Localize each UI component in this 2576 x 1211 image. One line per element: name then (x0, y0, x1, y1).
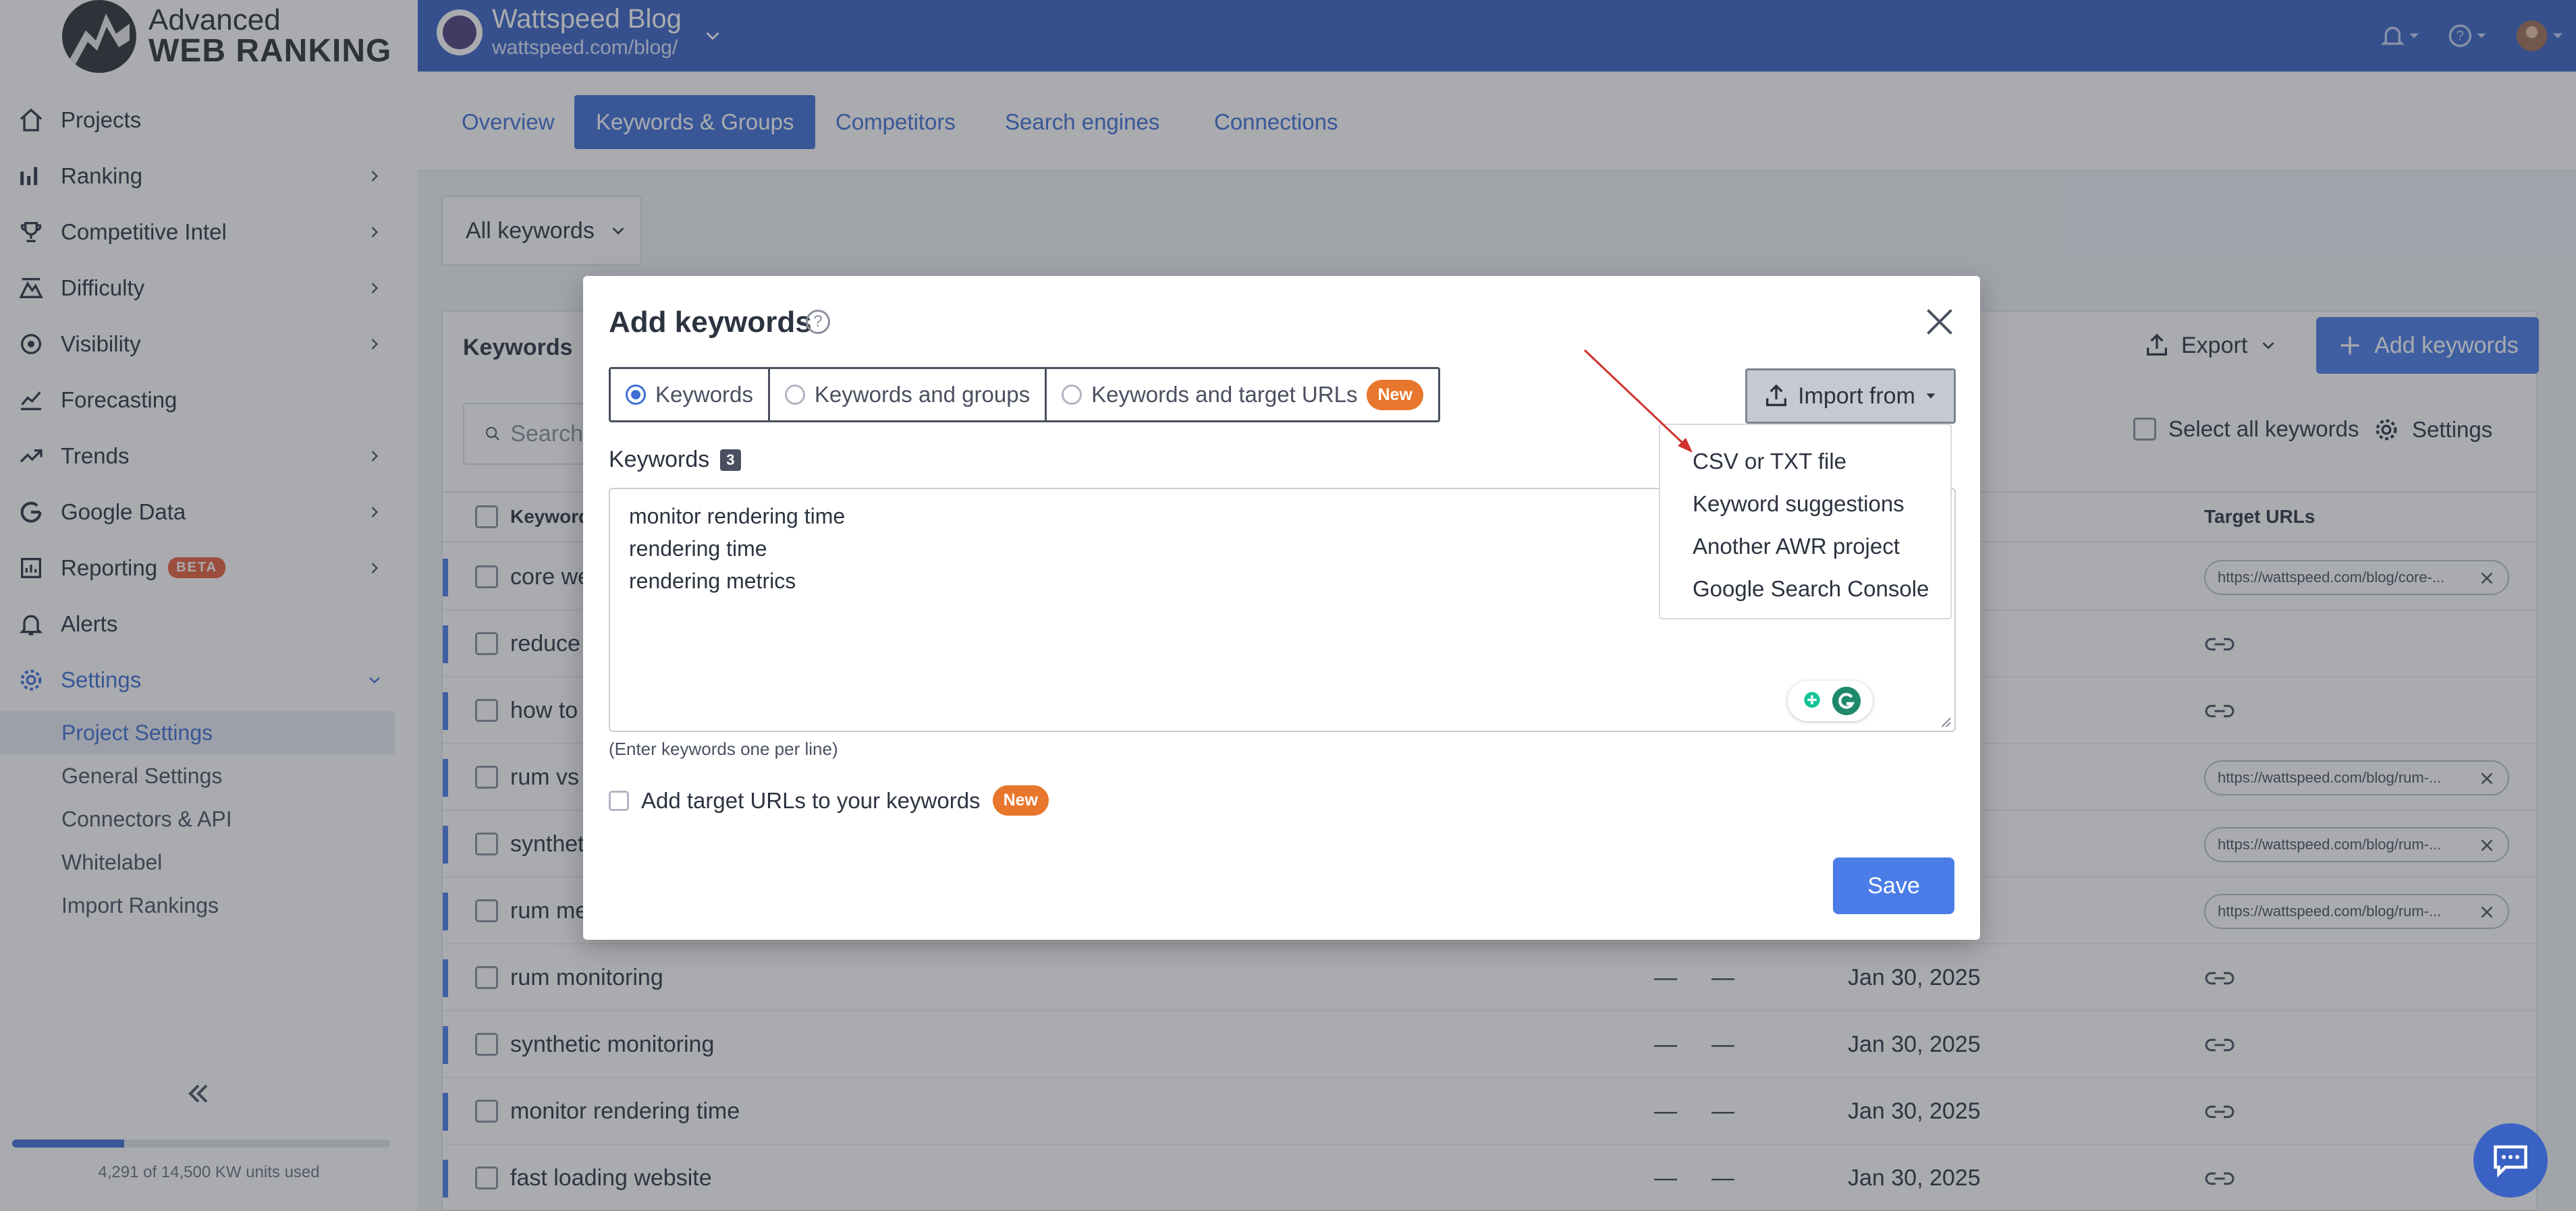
mode-keywords-target-urls[interactable]: Keywords and target URLs New (1047, 369, 1438, 420)
caret-down-icon (1926, 393, 1936, 399)
grammarly-lightbulb-icon (1804, 692, 1820, 708)
mode-keywords-groups-label: Keywords and groups (814, 382, 1031, 407)
keywords-count-badge: 3 (720, 449, 741, 471)
save-button[interactable]: Save (1833, 857, 1954, 914)
import-google-search-console[interactable]: Google Search Console (1660, 567, 1950, 610)
grammarly-icon (1832, 686, 1861, 716)
new-badge: New (992, 785, 1049, 816)
mode-keywords[interactable]: Keywords (611, 369, 770, 420)
grammarly-widget[interactable] (1788, 681, 1873, 721)
keyword-mode-selector: Keywords Keywords and groups Keywords an… (609, 367, 1440, 422)
keywords-hint: (Enter keywords one per line) (609, 739, 838, 759)
resize-handle-icon[interactable] (1937, 713, 1952, 728)
close-icon[interactable] (1919, 302, 1960, 342)
upload-icon (1766, 384, 1787, 406)
add-target-urls-option[interactable]: Add target URLs to your keywords New (609, 785, 1049, 816)
import-from-label: Import from (1798, 383, 1915, 409)
modal-title: Add keywords (609, 306, 812, 339)
import-from-button[interactable]: Import from (1745, 368, 1956, 424)
keywords-label-text: Keywords (609, 447, 710, 472)
mode-keywords-target-urls-label: Keywords and target URLs (1091, 382, 1358, 407)
annotation-arrow (1583, 349, 1693, 453)
keywords-field-label: Keywords 3 (609, 447, 741, 473)
radio-keywords[interactable] (626, 385, 646, 405)
radio-keywords-target-urls[interactable] (1062, 385, 1083, 405)
chat-icon (2494, 1145, 2527, 1178)
chat-support-button[interactable] (2473, 1123, 2548, 1198)
radio-keywords-groups[interactable] (784, 385, 805, 405)
add-target-urls-label: Add target URLs to your keywords (641, 787, 981, 813)
mode-keywords-label: Keywords (655, 382, 753, 407)
help-icon[interactable]: ? (806, 310, 830, 334)
new-badge: New (1367, 379, 1423, 410)
import-keyword-suggestions[interactable]: Keyword suggestions (1660, 482, 1950, 525)
add-target-urls-checkbox[interactable] (609, 790, 629, 811)
mode-keywords-groups[interactable]: Keywords and groups (770, 369, 1047, 420)
import-another-awr-project[interactable]: Another AWR project (1660, 525, 1950, 567)
